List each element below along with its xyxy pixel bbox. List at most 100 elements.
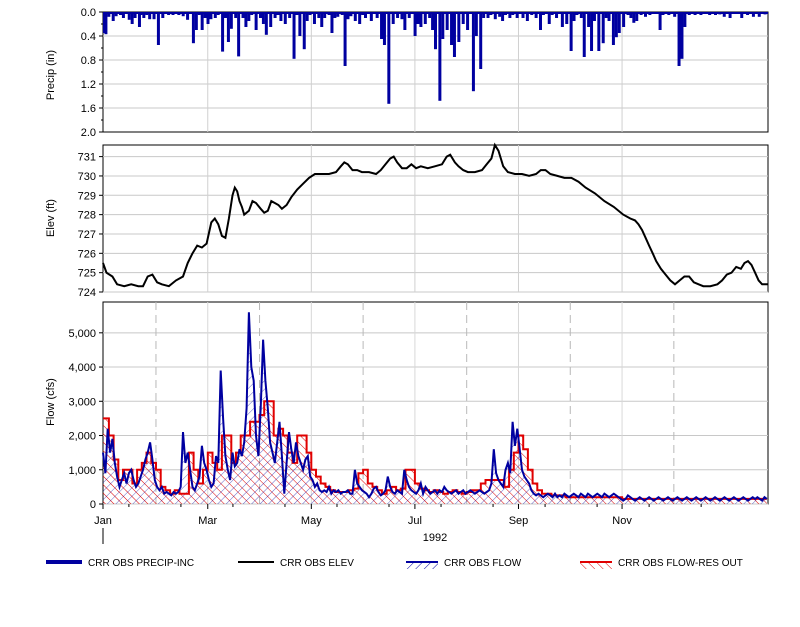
- precip-bar: [658, 12, 662, 30]
- precip-bar: [206, 12, 210, 24]
- precip-bar: [330, 12, 334, 33]
- precip-bar: [416, 12, 420, 24]
- precip-bar: [305, 12, 309, 21]
- precip-bar: [107, 12, 111, 17]
- precip-bar: [511, 12, 515, 15]
- precip-bar: [714, 12, 717, 15]
- elev-tick-label: 725: [78, 268, 96, 280]
- precip-bar: [419, 12, 423, 27]
- precip-bar: [699, 12, 703, 15]
- elev-tick-label: 731: [78, 152, 96, 164]
- flow-panel: 0 1,000 2,000 3,000 4,000 5,000 Jan Mar May Jul S…: [45, 301, 769, 544]
- precip-bar: [343, 12, 347, 66]
- elev-tick-label: 726: [78, 248, 96, 260]
- precip-bar: [327, 12, 331, 15]
- flow-y-ticks: 0 1,000 2,000 3,000 4,000 5,000: [68, 328, 103, 511]
- precip-bar: [525, 12, 529, 21]
- flow-tick-label: 5,000: [68, 328, 96, 340]
- precip-bar: [213, 12, 217, 18]
- precip-bar: [254, 12, 258, 30]
- precip-bar: [508, 12, 512, 18]
- precip-bar: [396, 12, 400, 18]
- precip-tick-label: 0.4: [81, 31, 96, 43]
- precip-bar: [457, 12, 461, 42]
- precip-bar: [607, 12, 611, 21]
- flow-tick-label: 3,000: [68, 396, 96, 408]
- precip-bar: [479, 12, 483, 69]
- precip-bar: [445, 12, 449, 30]
- precip-bar: [431, 12, 435, 30]
- precip-bar: [229, 12, 233, 29]
- precip-bar: [346, 12, 350, 20]
- precip-y-ticks: 0.0 0.4 0.8 1.2 1.6 2.0: [81, 7, 103, 139]
- precip-bar: [323, 12, 327, 18]
- precip-bar: [582, 12, 586, 57]
- precip-bar: [474, 12, 478, 36]
- legend-label-elev: CRR OBS ELEV: [280, 558, 354, 569]
- precip-bar: [161, 12, 165, 18]
- precip-bar: [626, 12, 630, 15]
- precip-bar: [413, 12, 417, 36]
- precip-bar: [250, 12, 254, 15]
- precip-bar: [661, 12, 665, 15]
- legend-hatch-flow: [406, 562, 438, 569]
- precip-bar: [579, 12, 583, 18]
- precip-bar: [167, 12, 171, 15]
- precip-bar: [677, 12, 681, 66]
- precip-bar: [555, 12, 559, 18]
- precip-bar: [336, 12, 340, 17]
- precip-bar: [382, 12, 386, 45]
- precip-bar: [264, 12, 268, 35]
- precip-bar: [434, 12, 437, 50]
- precip-bar: [565, 12, 569, 24]
- precip-bar: [654, 12, 658, 14]
- precip-bar: [471, 12, 475, 92]
- elev-tick-label: 728: [78, 210, 96, 222]
- precip-bar: [629, 12, 633, 18]
- legend-item-flow: CRR OBS FLOW: [406, 558, 522, 569]
- precip-bar: [391, 12, 395, 24]
- precip-bar: [587, 12, 591, 27]
- precip-bar: [358, 12, 362, 24]
- precip-bar: [407, 12, 411, 18]
- precip-bar: [614, 12, 618, 38]
- precip-bar: [728, 12, 732, 18]
- precip-bar: [740, 12, 744, 18]
- elev-tick-label: 730: [78, 171, 96, 183]
- precip-bar: [186, 12, 190, 20]
- precip-bar: [292, 12, 296, 59]
- precip-bar: [142, 12, 146, 18]
- precip-bar: [718, 12, 722, 15]
- precip-bar: [288, 12, 292, 18]
- precip-bar: [209, 12, 213, 20]
- elev-tick-label: 727: [78, 229, 96, 241]
- precip-bar: [400, 12, 404, 20]
- precip-bar: [763, 12, 767, 15]
- precip-bar: [592, 12, 596, 21]
- precip-bar: [387, 12, 391, 104]
- precip-bar: [298, 12, 302, 36]
- precip-bar: [746, 12, 750, 15]
- precip-bar: [273, 12, 277, 18]
- flow-x-tick-label: Nov: [612, 515, 632, 527]
- flow-x-tick-label: May: [301, 515, 322, 527]
- precip-bar: [375, 12, 379, 18]
- elev-tick-label: 729: [78, 190, 96, 202]
- precip-bar: [114, 12, 118, 17]
- flow-x-tick-label: Jul: [408, 515, 422, 527]
- precip-bar: [145, 12, 149, 15]
- precip-bar: [269, 12, 273, 27]
- precip-bar: [486, 12, 490, 18]
- precip-bar: [203, 12, 207, 18]
- precip-bar: [130, 12, 134, 24]
- elev-y-axis-label: Elev (ft): [45, 199, 57, 237]
- precip-bar: [403, 12, 407, 30]
- precip-bar: [597, 12, 601, 51]
- flow-y-axis-label: Flow (cfs): [45, 378, 57, 426]
- precip-bar: [127, 12, 131, 20]
- precip-bar: [191, 12, 195, 44]
- elev-y-ticks: 724 725 726 727 728 729 730 731: [78, 152, 103, 299]
- precip-bar: [177, 12, 181, 15]
- precip-bar: [751, 12, 755, 17]
- flow-tick-label: 4,000: [68, 362, 96, 374]
